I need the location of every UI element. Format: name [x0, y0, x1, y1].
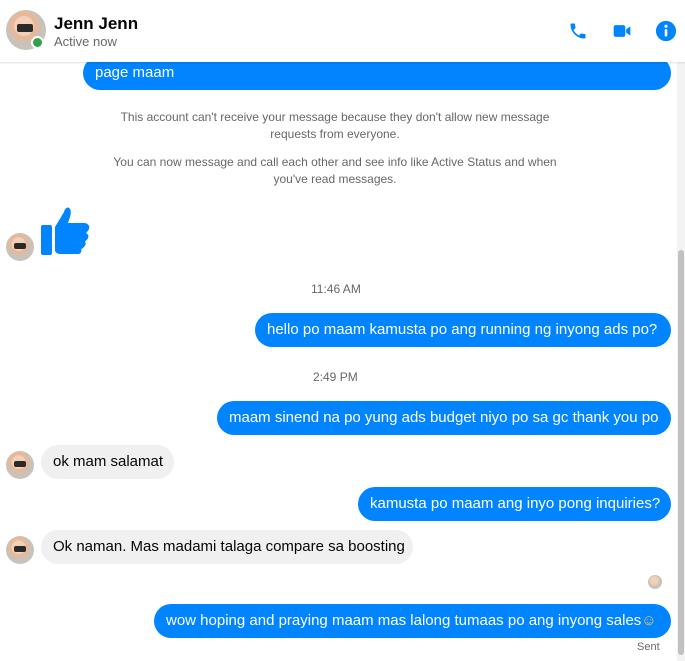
- system-notice: This account can't receive your message …: [120, 110, 550, 141]
- message-text: page maam: [95, 64, 175, 81]
- message-status: Sent: [637, 641, 660, 653]
- contact-status: Active now: [54, 34, 117, 49]
- online-status-dot: [31, 36, 44, 49]
- contact-name[interactable]: Jenn Jenn: [54, 14, 138, 34]
- contact-avatar-small[interactable]: [6, 451, 34, 479]
- incoming-message[interactable]: Ok naman. Mas madami talaga compare sa b…: [41, 530, 413, 564]
- like-icon: [41, 207, 90, 255]
- message-text: Ok naman. Mas madami talaga compare sa b…: [53, 538, 405, 555]
- smiling-emoji: ☺: [641, 612, 657, 629]
- message-text: kamusta po maam ang inyo pong inquiries?: [370, 495, 661, 512]
- contact-avatar-small[interactable]: [6, 536, 34, 564]
- phone-icon: [570, 23, 586, 39]
- outgoing-message[interactable]: wow hoping and praying maam mas lalong t…: [154, 604, 671, 638]
- system-notice: You can now message and call each other …: [113, 155, 557, 186]
- chat-header: Jenn Jenn Active now: [0, 0, 685, 62]
- outgoing-message[interactable]: kamusta po maam ang inyo pong inquiries?: [358, 487, 671, 521]
- scrollbar-thumb[interactable]: [678, 250, 684, 655]
- timestamp: 2:49 PM: [313, 370, 358, 384]
- like-message[interactable]: [40, 203, 92, 260]
- phone-call-button[interactable]: [565, 18, 591, 44]
- timestamp: 11:46 AM: [311, 282, 361, 296]
- conversation-info-button[interactable]: [653, 18, 679, 44]
- message-text: ok mam salamat: [53, 453, 164, 470]
- outgoing-message[interactable]: maam sinend na po yung ads budget niyo p…: [217, 401, 671, 435]
- video-call-button[interactable]: [609, 18, 635, 44]
- contact-avatar-small[interactable]: [6, 233, 34, 261]
- video-camera-icon: [613, 25, 631, 37]
- message-text: maam sinend na po yung ads budget niyo p…: [229, 409, 659, 426]
- incoming-message[interactable]: ok mam salamat: [41, 445, 174, 479]
- info-icon: [655, 20, 677, 42]
- read-receipt-avatar: [648, 575, 662, 589]
- message-text: wow hoping and praying maam mas lalong t…: [166, 612, 642, 629]
- outgoing-message[interactable]: hello po maam kamusta po ang running ng …: [255, 313, 671, 347]
- message-text: hello po maam kamusta po ang running ng …: [267, 321, 658, 338]
